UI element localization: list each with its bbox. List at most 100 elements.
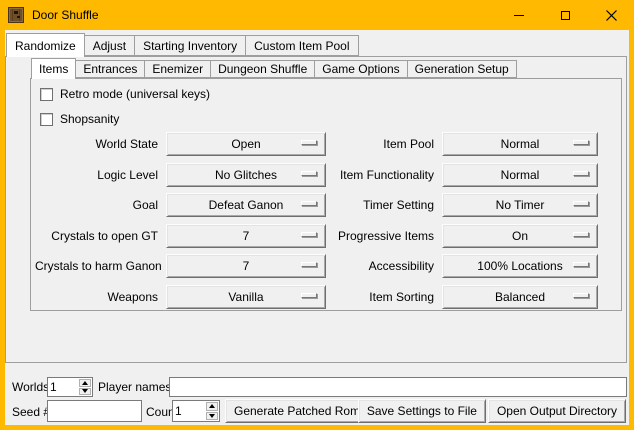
crystals-ganon-value: 7 <box>243 259 250 273</box>
tab-adjust-label: Adjust <box>93 39 126 53</box>
tab-entrances-label: Entrances <box>83 62 137 76</box>
spin-down-icon <box>209 414 215 418</box>
door-icon <box>8 7 24 23</box>
dropdown-indicator-icon <box>301 232 317 237</box>
main-tab-bar: Randomize Adjust Starting Inventory Cust… <box>6 32 358 56</box>
dropdown-indicator-icon <box>573 201 589 206</box>
player-names-input[interactable] <box>169 377 627 397</box>
count-spin-up-button[interactable] <box>206 402 218 411</box>
timer-setting-dropdown[interactable]: No Timer <box>442 193 598 217</box>
tab-entrances[interactable]: Entrances <box>75 60 145 78</box>
title-bar: Door Shuffle <box>0 0 634 30</box>
tab-custom-item-pool[interactable]: Custom Item Pool <box>245 35 358 56</box>
save-settings-button[interactable]: Save Settings to File <box>358 399 486 423</box>
crystals-ganon-label: Crystals to harm Ganon <box>35 259 158 273</box>
item-sorting-value: Balanced <box>495 290 545 304</box>
tab-adjust[interactable]: Adjust <box>84 35 135 56</box>
dropdown-indicator-icon <box>301 140 317 145</box>
item-pool-dropdown[interactable]: Normal <box>442 132 598 156</box>
generate-rom-button[interactable]: Generate Patched Rom <box>225 399 369 423</box>
tab-randomize[interactable]: Randomize <box>6 33 85 57</box>
crystals-gt-dropdown[interactable]: 7 <box>166 224 326 248</box>
close-button[interactable] <box>588 0 634 30</box>
client-area: Randomize Adjust Starting Inventory Cust… <box>5 30 629 425</box>
tab-starting-inventory-label: Starting Inventory <box>143 39 237 53</box>
window-controls <box>496 0 634 30</box>
crystals-gt-value: 7 <box>243 229 250 243</box>
minimize-icon <box>514 15 524 16</box>
seed-label: Seed # <box>12 405 50 419</box>
progressive-items-value: On <box>512 229 528 243</box>
tab-game-options[interactable]: Game Options <box>314 60 407 78</box>
accessibility-dropdown[interactable]: 100% Locations <box>442 254 598 278</box>
world-state-dropdown[interactable]: Open <box>166 132 326 156</box>
tab-game-options-label: Game Options <box>322 62 399 76</box>
timer-setting-value: No Timer <box>496 198 545 212</box>
spin-up-icon <box>209 404 215 408</box>
weapons-dropdown[interactable]: Vanilla <box>166 285 326 309</box>
tab-generation-setup-label: Generation Setup <box>415 62 509 76</box>
dropdown-indicator-icon <box>573 140 589 145</box>
options-grid: World State Open Item Pool Normal Logic … <box>35 129 598 312</box>
open-output-button[interactable]: Open Output Directory <box>488 399 626 423</box>
weapons-value: Vanilla <box>228 290 263 304</box>
shopsanity-label: Shopsanity <box>60 112 119 126</box>
dropdown-indicator-icon <box>573 232 589 237</box>
close-icon <box>606 10 617 21</box>
item-pool-value: Normal <box>501 137 540 151</box>
maximize-icon <box>561 11 570 20</box>
timer-setting-label: Timer Setting <box>334 198 434 212</box>
bottom-right-buttons: Save Settings to File Open Output Direct… <box>358 399 626 423</box>
minimize-button[interactable] <box>496 0 542 30</box>
tab-dungeon-shuffle[interactable]: Dungeon Shuffle <box>210 60 315 78</box>
worlds-label: Worlds <box>12 380 49 394</box>
dropdown-indicator-icon <box>301 201 317 206</box>
tab-items-label: Items <box>39 62 68 76</box>
shopsanity-checkbox[interactable] <box>40 113 53 126</box>
dropdown-indicator-icon <box>301 171 317 176</box>
tab-items[interactable]: Items <box>31 58 76 79</box>
accessibility-value: 100% Locations <box>477 259 562 273</box>
sub-tab-bar: Items Entrances Enemizer Dungeon Shuffle… <box>31 57 516 78</box>
count-spin-down-button[interactable] <box>206 412 218 421</box>
count-input[interactable] <box>173 401 205 421</box>
door-shuffle-window: Door Shuffle Randomize Adjust Starting I… <box>0 0 634 430</box>
item-sorting-label: Item Sorting <box>334 290 434 304</box>
maximize-button[interactable] <box>542 0 588 30</box>
retro-mode-row: Retro mode (universal keys) <box>40 87 210 101</box>
tab-generation-setup[interactable]: Generation Setup <box>407 60 517 78</box>
items-pane: Retro mode (universal keys) Shopsanity W… <box>30 78 622 311</box>
logic-level-value: No Glitches <box>215 168 277 182</box>
tab-custom-item-pool-label: Custom Item Pool <box>254 39 349 53</box>
tab-enemizer[interactable]: Enemizer <box>144 60 211 78</box>
goal-dropdown[interactable]: Defeat Ganon <box>166 193 326 217</box>
logic-level-dropdown[interactable]: No Glitches <box>166 163 326 187</box>
progressive-items-dropdown[interactable]: On <box>442 224 598 248</box>
goal-value: Defeat Ganon <box>209 198 284 212</box>
tab-dungeon-shuffle-label: Dungeon Shuffle <box>218 62 307 76</box>
goal-label: Goal <box>35 198 158 212</box>
crystals-gt-label: Crystals to open GT <box>35 229 158 243</box>
worlds-spin-arrows <box>78 378 92 396</box>
player-names-label: Player names <box>98 380 171 394</box>
worlds-input[interactable] <box>48 378 78 396</box>
seed-input[interactable] <box>47 400 142 422</box>
retro-mode-checkbox[interactable] <box>40 88 53 101</box>
dropdown-indicator-icon <box>573 171 589 176</box>
worlds-spin-up-button[interactable] <box>79 379 91 387</box>
item-functionality-label: Item Functionality <box>334 168 434 182</box>
tab-starting-inventory[interactable]: Starting Inventory <box>134 35 246 56</box>
weapons-label: Weapons <box>35 290 158 304</box>
accessibility-label: Accessibility <box>334 259 434 273</box>
dropdown-indicator-icon <box>573 262 589 267</box>
spin-up-icon <box>82 381 88 385</box>
spin-down-icon <box>82 389 88 393</box>
window-title: Door Shuffle <box>32 8 99 22</box>
item-sorting-dropdown[interactable]: Balanced <box>442 285 598 309</box>
item-functionality-dropdown[interactable]: Normal <box>442 163 598 187</box>
retro-mode-label: Retro mode (universal keys) <box>60 87 210 101</box>
crystals-ganon-dropdown[interactable]: 7 <box>166 254 326 278</box>
worlds-spin-down-button[interactable] <box>79 388 91 396</box>
count-spin-arrows <box>205 401 219 421</box>
dropdown-indicator-icon <box>301 262 317 267</box>
